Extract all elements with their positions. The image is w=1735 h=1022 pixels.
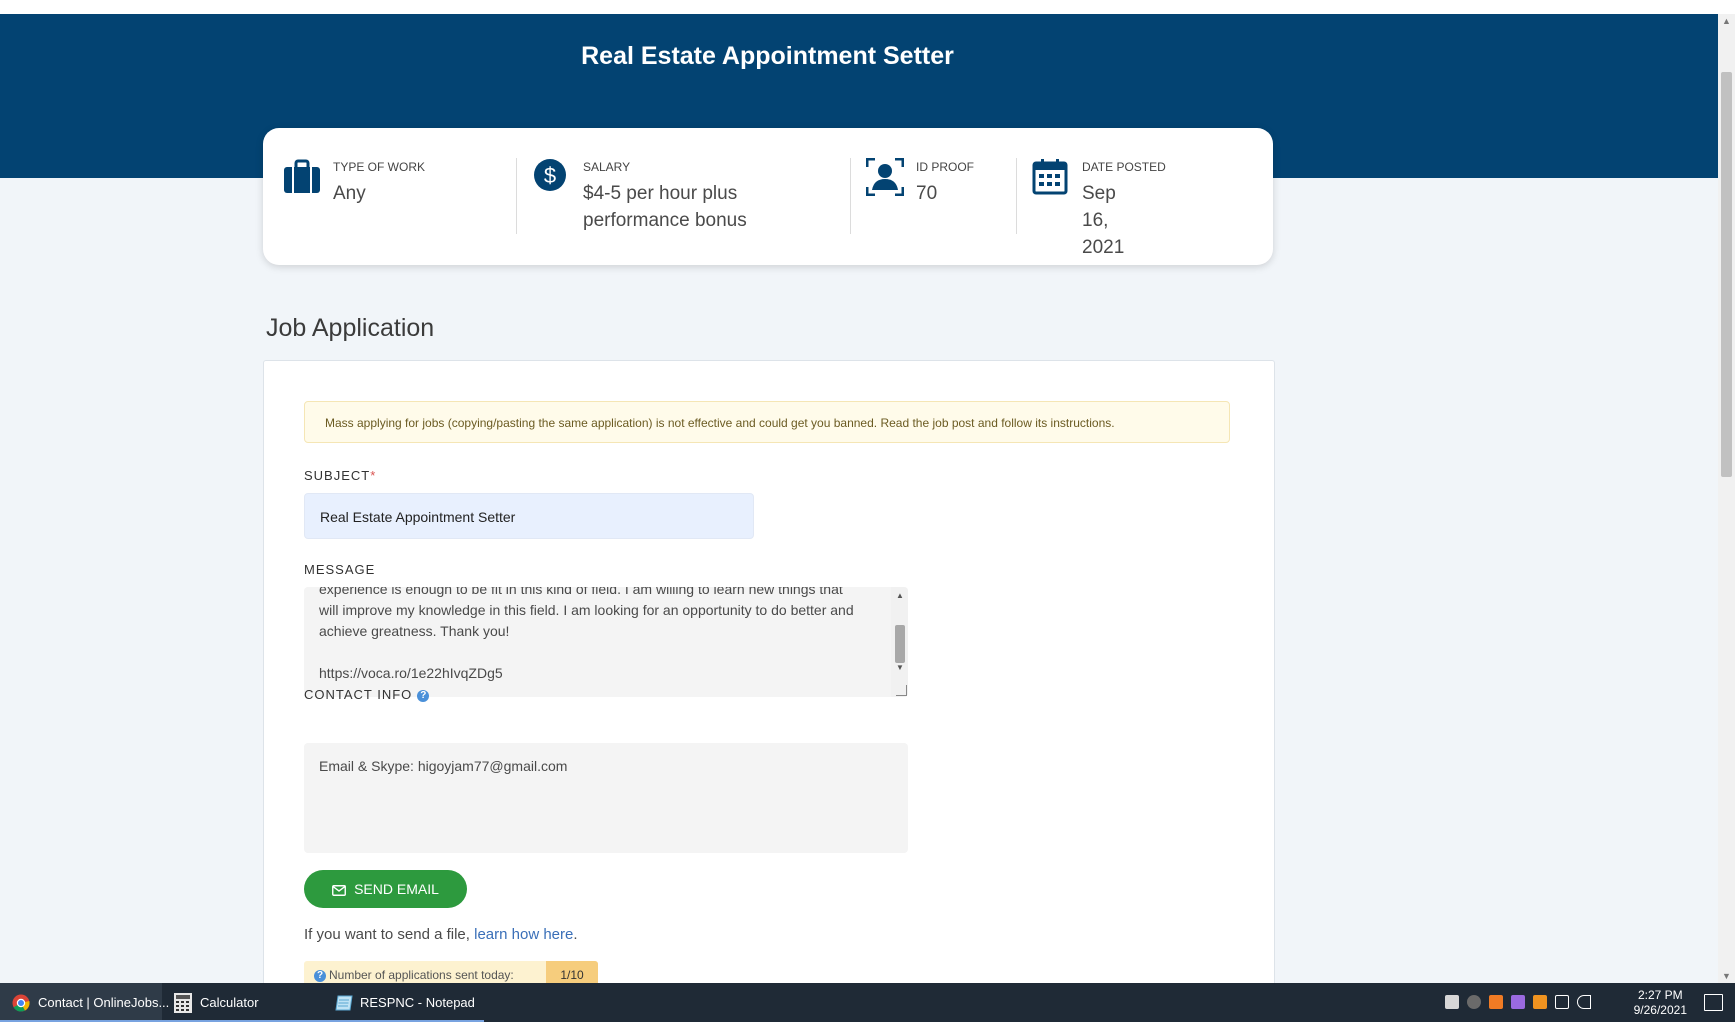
svg-text:$: $ bbox=[544, 163, 556, 188]
google-drive-icon[interactable] bbox=[1445, 995, 1459, 1009]
taskbar-item-calculator[interactable]: Calculator bbox=[162, 983, 322, 1022]
file-hint: If you want to send a file, learn how he… bbox=[304, 926, 578, 943]
contact-info-label-text: CONTACT INFO bbox=[304, 687, 413, 702]
taskbar-item-chrome[interactable]: Contact | OnlineJobs... bbox=[0, 983, 169, 1022]
clock-time: 2:27 PM bbox=[1637, 988, 1683, 1002]
send-email-label: SEND EMAIL bbox=[354, 881, 439, 897]
learn-how-link[interactable]: learn how here bbox=[474, 926, 573, 943]
taskbar-item-label: Contact | OnlineJobs... bbox=[38, 995, 170, 1010]
file-hint-prefix: If you want to send a file, bbox=[304, 926, 475, 943]
envelope-icon bbox=[332, 885, 347, 896]
chrome-icon bbox=[12, 994, 30, 1012]
chevron-up-icon[interactable] bbox=[1467, 995, 1481, 1009]
job-application-title: Job Application bbox=[266, 314, 435, 342]
taskbar-item-label: RESPNC - Notepad bbox=[360, 995, 475, 1010]
dollar-icon: $ bbox=[534, 159, 566, 191]
info-divider bbox=[850, 158, 851, 234]
app-tray-icon[interactable] bbox=[1533, 995, 1547, 1009]
job-application-form: Mass applying for jobs (copying/pasting … bbox=[263, 360, 1275, 1002]
date-posted-value: Sep 16, 2021 bbox=[1082, 183, 1125, 258]
app-tray-icon[interactable] bbox=[1489, 995, 1503, 1009]
pen-tray-icon[interactable] bbox=[1511, 995, 1525, 1009]
mass-apply-warning: Mass applying for jobs (copying/pasting … bbox=[304, 401, 1230, 443]
job-info-card: TYPE OF WORK Any $ SALARY $4-5 per hour … bbox=[263, 128, 1273, 265]
notepad-icon bbox=[335, 995, 353, 1011]
subject-label: SUBJECT* bbox=[304, 468, 376, 483]
scroll-up-arrow-icon[interactable]: ▲ bbox=[1722, 16, 1731, 26]
id-proof-label: ID PROOF bbox=[916, 160, 975, 174]
calculator-icon bbox=[174, 993, 192, 1013]
scrollbar-thumb[interactable] bbox=[1721, 72, 1732, 477]
contact-info-label: CONTACT INFO? bbox=[304, 687, 430, 702]
taskbar-item-notepad[interactable]: RESPNC - Notepad bbox=[322, 983, 484, 1022]
message-line: will improve my knowledge in this field.… bbox=[319, 602, 854, 618]
help-icon[interactable]: ? bbox=[417, 690, 430, 702]
info-divider bbox=[1016, 158, 1017, 234]
message-textarea[interactable]: experience is enough to be fit in this k… bbox=[304, 587, 908, 697]
message-line: achieve greatness. Thank you! bbox=[319, 623, 510, 639]
id-proof-value: 70 bbox=[916, 183, 938, 204]
required-asterisk: * bbox=[370, 468, 377, 483]
type-of-work-value: Any bbox=[333, 183, 366, 204]
message-scroll-up-icon[interactable]: ▲ bbox=[896, 591, 904, 600]
contact-info-textarea[interactable]: Email & Skype: higoyjam77@gmail.com bbox=[304, 743, 908, 853]
system-tray: 2:27 PM 9/26/2021 bbox=[1435, 983, 1735, 1022]
info-divider bbox=[516, 158, 517, 234]
message-line: https://voca.ro/1e22hIvqZDg5 bbox=[319, 665, 503, 681]
message-text[interactable]: experience is enough to be fit in this k… bbox=[319, 587, 879, 684]
file-hint-suffix: . bbox=[573, 926, 578, 943]
message-scroll-down-icon[interactable]: ▼ bbox=[896, 663, 904, 672]
volume-icon[interactable] bbox=[1577, 995, 1591, 1009]
message-line: experience is enough to be fit in this k… bbox=[319, 587, 843, 597]
scroll-down-arrow-icon[interactable]: ▼ bbox=[1722, 971, 1731, 981]
clock-date: 9/26/2021 bbox=[1633, 1003, 1687, 1017]
notifications-icon[interactable] bbox=[1704, 994, 1723, 1011]
send-email-button[interactable]: SEND EMAIL bbox=[304, 870, 467, 908]
date-posted-label: DATE POSTED bbox=[1082, 160, 1166, 174]
page-title: Real Estate Appointment Setter bbox=[581, 42, 954, 70]
question-icon: ? bbox=[314, 970, 326, 982]
taskbar-item-label: Calculator bbox=[200, 995, 259, 1010]
taskbar-clock[interactable]: 2:27 PM 9/26/2021 bbox=[1634, 988, 1687, 1018]
subject-input[interactable]: Real Estate Appointment Setter bbox=[304, 493, 754, 539]
briefcase-icon bbox=[284, 159, 320, 193]
message-label: MESSAGE bbox=[304, 562, 376, 577]
calendar-icon bbox=[1032, 159, 1068, 195]
subject-label-text: SUBJECT bbox=[304, 468, 371, 483]
windows-taskbar: Contact | OnlineJobs... Calculator RESPN… bbox=[0, 983, 1735, 1022]
type-of-work-label: TYPE OF WORK bbox=[333, 160, 426, 174]
message-scrollbar[interactable]: ▲ ▼ bbox=[891, 587, 908, 697]
salary-value: $4-5 per hour plus performance bonus bbox=[583, 183, 747, 231]
page-scrollbar[interactable]: ▲ ▼ bbox=[1718, 14, 1735, 983]
browser-top-strip bbox=[0, 0, 1735, 15]
message-scroll-thumb[interactable] bbox=[895, 625, 905, 663]
applications-sent-label: Number of applications sent today: bbox=[329, 968, 514, 982]
id-proof-icon bbox=[866, 158, 904, 196]
network-icon[interactable] bbox=[1555, 995, 1569, 1009]
resize-grip-icon[interactable] bbox=[896, 685, 907, 696]
salary-label: SALARY bbox=[583, 160, 631, 174]
